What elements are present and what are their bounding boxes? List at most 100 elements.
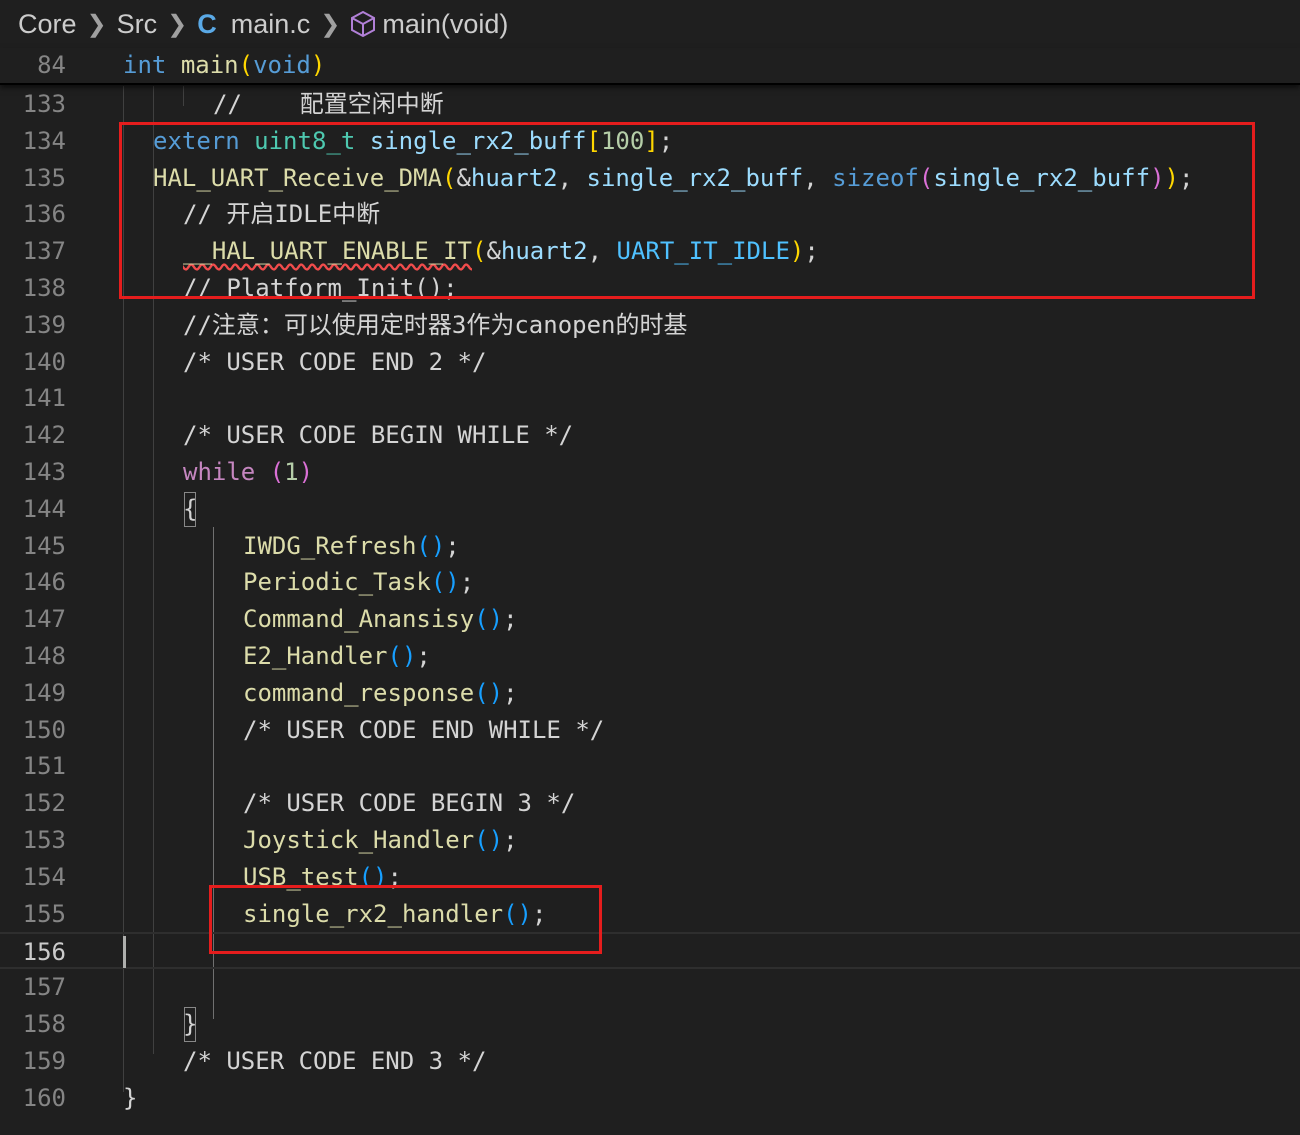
function-name: Command_Anansisy bbox=[243, 605, 475, 634]
code-row[interactable]: 149 command_response(); bbox=[0, 675, 1300, 712]
line-number: 136 bbox=[22, 200, 66, 229]
code-row[interactable]: 148 E2_Handler(); bbox=[0, 638, 1300, 675]
line-number: 135 bbox=[22, 163, 66, 192]
line-number: 160 bbox=[22, 1083, 66, 1112]
code-row[interactable]: 144 { bbox=[0, 491, 1300, 528]
annotation-box bbox=[119, 122, 1255, 299]
line-number: 155 bbox=[22, 899, 66, 928]
function-name: Joystick_Handler bbox=[243, 826, 475, 854]
breadcrumb-symbol[interactable]: main(void) bbox=[382, 9, 508, 40]
code-row[interactable]: 160 } bbox=[0, 1080, 1300, 1117]
breadcrumb-folder-core[interactable]: Core bbox=[18, 9, 77, 40]
code-line: command_response(); bbox=[243, 675, 518, 712]
bracket: ( bbox=[269, 458, 285, 486]
bracket: () bbox=[474, 826, 504, 854]
code-row[interactable]: 154 USB_test(); bbox=[0, 859, 1300, 896]
number: 1 bbox=[284, 458, 299, 486]
semicolon: ; bbox=[503, 605, 518, 634]
line-number: 134 bbox=[22, 126, 66, 155]
sticky-scroll-header[interactable]: 84 int main(void) bbox=[0, 48, 1300, 85]
comment: /* USER CODE BEGIN WHILE */ bbox=[183, 421, 574, 450]
line-number: 137 bbox=[22, 237, 66, 266]
chevron-right-icon: ❯ bbox=[167, 10, 188, 38]
code-row[interactable]: 153 Joystick_Handler(); bbox=[0, 822, 1300, 859]
code-row[interactable]: 158 } bbox=[0, 1006, 1300, 1043]
code-line: Joystick_Handler(); bbox=[243, 822, 518, 859]
comment: /* USER CODE END WHILE */ bbox=[243, 715, 605, 744]
line-number: 145 bbox=[22, 531, 66, 560]
line-number: 146 bbox=[22, 568, 66, 597]
line-number: 133 bbox=[22, 90, 66, 118]
code-row[interactable]: 147 Command_Anansisy(); bbox=[0, 601, 1300, 638]
line-number: 154 bbox=[22, 862, 66, 891]
function-name: IWDG_Refresh bbox=[243, 531, 417, 560]
keyword: int bbox=[123, 51, 167, 79]
code-line: E2_Handler(); bbox=[243, 638, 431, 675]
comment: //注意：可以使用定时器3作为canopen的时基 bbox=[183, 310, 688, 339]
code-row[interactable]: 143 while (1) bbox=[0, 454, 1300, 491]
line-number: 84 bbox=[37, 51, 66, 79]
line-number: 143 bbox=[22, 458, 66, 486]
breadcrumb-file[interactable]: main.c bbox=[231, 9, 311, 40]
chevron-right-icon: ❯ bbox=[320, 10, 341, 38]
c-file-icon: C bbox=[197, 8, 217, 39]
bracket: ) bbox=[310, 51, 326, 79]
annotation-box bbox=[209, 885, 602, 954]
line-number: 151 bbox=[22, 752, 66, 781]
code-row[interactable]: 146 Periodic_Task(); bbox=[0, 564, 1300, 601]
code-row[interactable]: 141 bbox=[0, 380, 1300, 417]
code-row[interactable]: 150 /* USER CODE END WHILE */ bbox=[0, 712, 1300, 749]
line-number: 147 bbox=[22, 605, 66, 634]
bracket-match: } bbox=[183, 1006, 197, 1043]
code-row[interactable]: 140 /* USER CODE END 2 */ bbox=[0, 344, 1300, 381]
line-number: 157 bbox=[22, 973, 66, 1002]
chevron-right-icon: ❯ bbox=[86, 10, 107, 38]
line-number: 140 bbox=[22, 347, 66, 376]
bracket: () bbox=[474, 605, 504, 634]
comment: /* USER CODE END 3 */ bbox=[183, 1046, 487, 1075]
bracket: () bbox=[474, 678, 504, 707]
semicolon: ; bbox=[445, 531, 460, 560]
text-cursor bbox=[123, 936, 126, 969]
keyword: void bbox=[253, 51, 311, 79]
semicolon: ; bbox=[416, 642, 431, 670]
line-number: 148 bbox=[22, 642, 66, 670]
line-number: 139 bbox=[22, 310, 66, 339]
sticky-code-line[interactable]: int main(void) bbox=[123, 47, 325, 84]
code-row[interactable]: 155 single_rx2_handler(); bbox=[0, 896, 1300, 933]
line-number: 144 bbox=[22, 494, 66, 523]
code-row[interactable]: 133 // 配置空闲中断 bbox=[0, 86, 1300, 123]
line-number: 158 bbox=[22, 1010, 66, 1038]
function-name: main bbox=[180, 51, 239, 79]
code-row-current[interactable]: 156 bbox=[0, 932, 1300, 970]
line-number: 152 bbox=[22, 789, 66, 818]
comment: // 配置空闲中断 bbox=[213, 90, 444, 118]
comment: /* USER CODE END 2 */ bbox=[183, 347, 487, 376]
code-row[interactable]: 145 IWDG_Refresh(); bbox=[0, 528, 1300, 565]
line-number: 159 bbox=[22, 1046, 66, 1075]
code-row[interactable]: 159 /* USER CODE END 3 */ bbox=[0, 1043, 1300, 1080]
line-number: 149 bbox=[22, 678, 66, 707]
comment: /* USER CODE BEGIN 3 */ bbox=[243, 789, 576, 818]
code-line: IWDG_Refresh(); bbox=[243, 528, 460, 565]
function-name: Periodic_Task bbox=[243, 568, 431, 597]
line-number: 138 bbox=[22, 274, 66, 302]
code-row[interactable]: 151 bbox=[0, 748, 1300, 785]
code-row[interactable]: 142 /* USER CODE BEGIN WHILE */ bbox=[0, 417, 1300, 454]
code-line: Command_Anansisy(); bbox=[243, 601, 518, 638]
breadcrumb: Core ❯ Src ❯ C main.c ❯ main(void) bbox=[0, 0, 1300, 48]
function-name: E2_Handler bbox=[243, 642, 388, 670]
line-number: 153 bbox=[22, 826, 66, 854]
code-line: Periodic_Task(); bbox=[243, 564, 474, 601]
line-number-active: 156 bbox=[22, 938, 66, 967]
line-number: 142 bbox=[22, 421, 66, 450]
code-row[interactable]: 157 bbox=[0, 969, 1300, 1006]
bracket-match: { bbox=[183, 491, 197, 528]
method-cube-icon bbox=[350, 10, 376, 38]
breadcrumb-folder-src[interactable]: Src bbox=[117, 9, 158, 40]
bracket: () bbox=[430, 568, 460, 597]
code-row[interactable]: 152 /* USER CODE BEGIN 3 */ bbox=[0, 785, 1300, 822]
bracket: ) bbox=[298, 458, 314, 486]
code-row[interactable]: 139 //注意：可以使用定时器3作为canopen的时基 bbox=[0, 307, 1300, 344]
bracket: () bbox=[387, 642, 417, 670]
